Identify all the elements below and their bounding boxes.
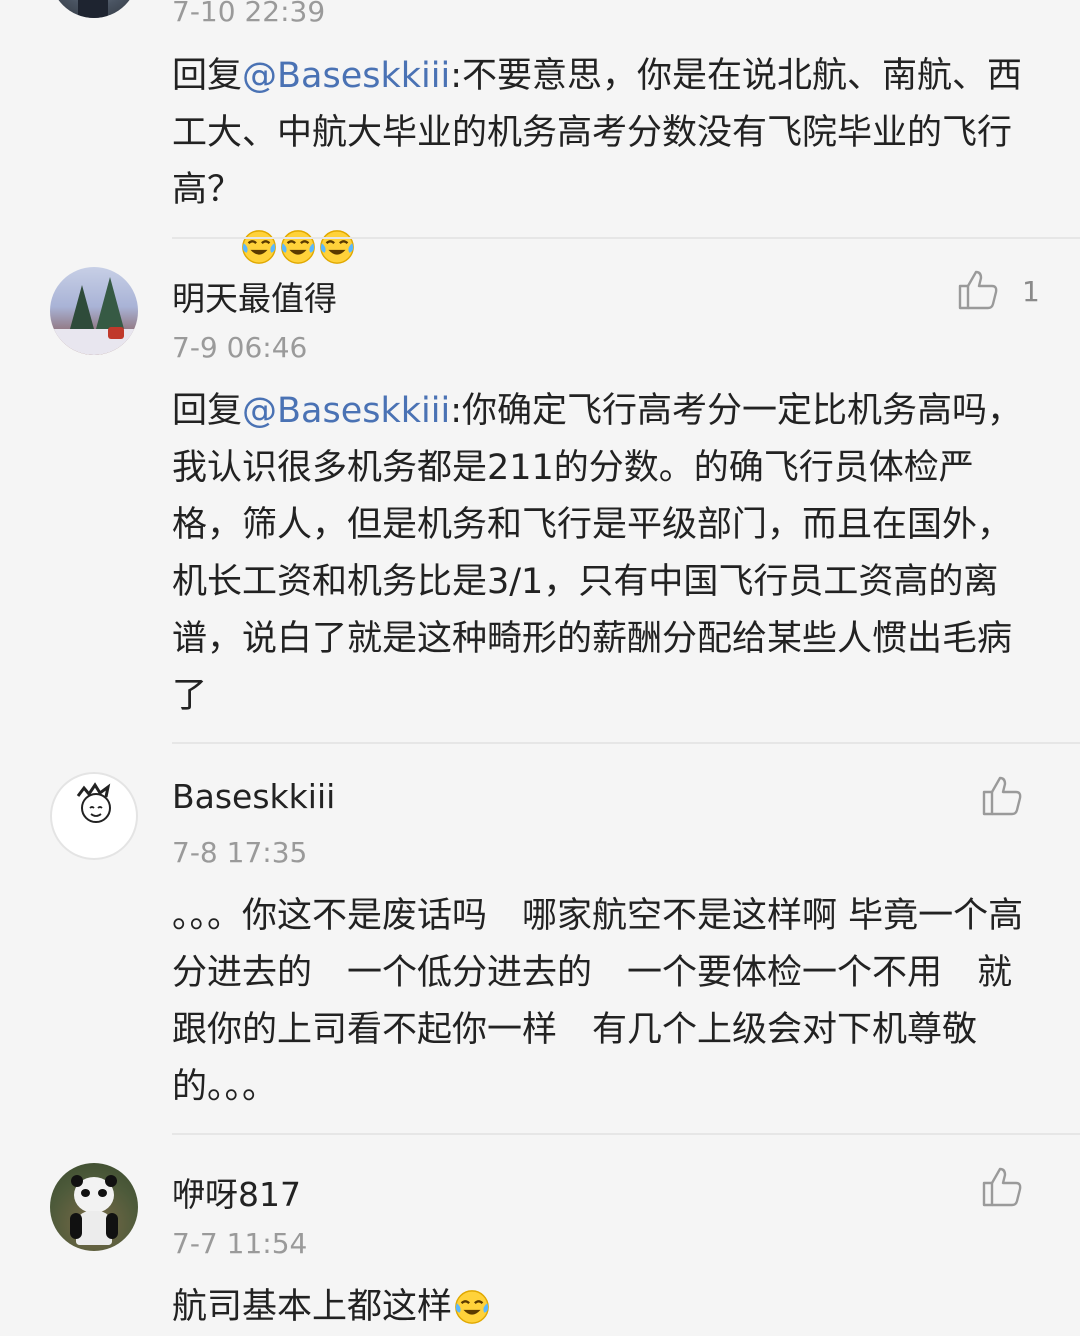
username[interactable]: 明天最值得 <box>172 272 337 320</box>
comment-text: 航司基本上都这样 <box>172 1279 1032 1336</box>
mention-link[interactable]: @Baseskkiii <box>242 56 450 96</box>
laugh-cry-emoji <box>452 1287 491 1327</box>
comment-text: 回复@Baseskkiii:不要意思，你是在说北航、南航、西工大、中航大毕业的机… <box>172 48 1032 276</box>
like-button[interactable] <box>956 266 1002 312</box>
divider <box>172 237 1080 239</box>
comment-time: 7-9 06:46 <box>172 331 308 364</box>
comment-body: :你确定飞行高考分一定比机务高吗，我认识很多机务都是211的分数。的确飞行员体检… <box>172 391 1022 716</box>
comment-time: 7-10 22:39 <box>172 0 326 28</box>
like-count: 1 <box>1022 275 1040 308</box>
avatar[interactable] <box>50 1163 138 1251</box>
comment-time: 7-8 17:35 <box>172 836 308 869</box>
comment-text: 回复@Baseskkiii:你确定飞行高考分一定比机务高吗，我认识很多机务都是2… <box>172 383 1032 725</box>
divider <box>172 1133 1080 1135</box>
avatar[interactable] <box>50 0 138 18</box>
divider <box>172 742 1080 744</box>
reply-prefix: 回复 <box>172 391 243 431</box>
avatar[interactable] <box>50 267 138 355</box>
comment-body: 。。。你这不是废话吗 哪家航空不是这样啊 毕竟一个高分进去的 一个低分进去的 一… <box>172 896 1024 1107</box>
thumbs-up-icon <box>982 776 1022 816</box>
comment-body: 航司基本上都这样 <box>172 1287 453 1327</box>
laugh-cry-emoji <box>278 227 317 267</box>
like-button[interactable] <box>980 1163 1026 1209</box>
username[interactable]: 咿呀817 <box>172 1168 301 1216</box>
thumbs-up-icon <box>982 1167 1022 1207</box>
username[interactable]: Baseskkiii <box>172 777 335 816</box>
thumbs-up-icon <box>958 270 998 310</box>
like-button[interactable] <box>980 772 1026 818</box>
comment-time: 7-7 11:54 <box>172 1227 308 1260</box>
laugh-cry-emoji <box>172 227 278 267</box>
avatar[interactable] <box>50 772 138 860</box>
laugh-cry-emoji <box>317 227 356 267</box>
comment-text: 。。。你这不是废话吗 哪家航空不是这样啊 毕竟一个高分进去的 一个低分进去的 一… <box>172 888 1032 1116</box>
reply-prefix: 回复 <box>172 56 243 96</box>
mention-link[interactable]: @Baseskkiii <box>242 391 450 431</box>
